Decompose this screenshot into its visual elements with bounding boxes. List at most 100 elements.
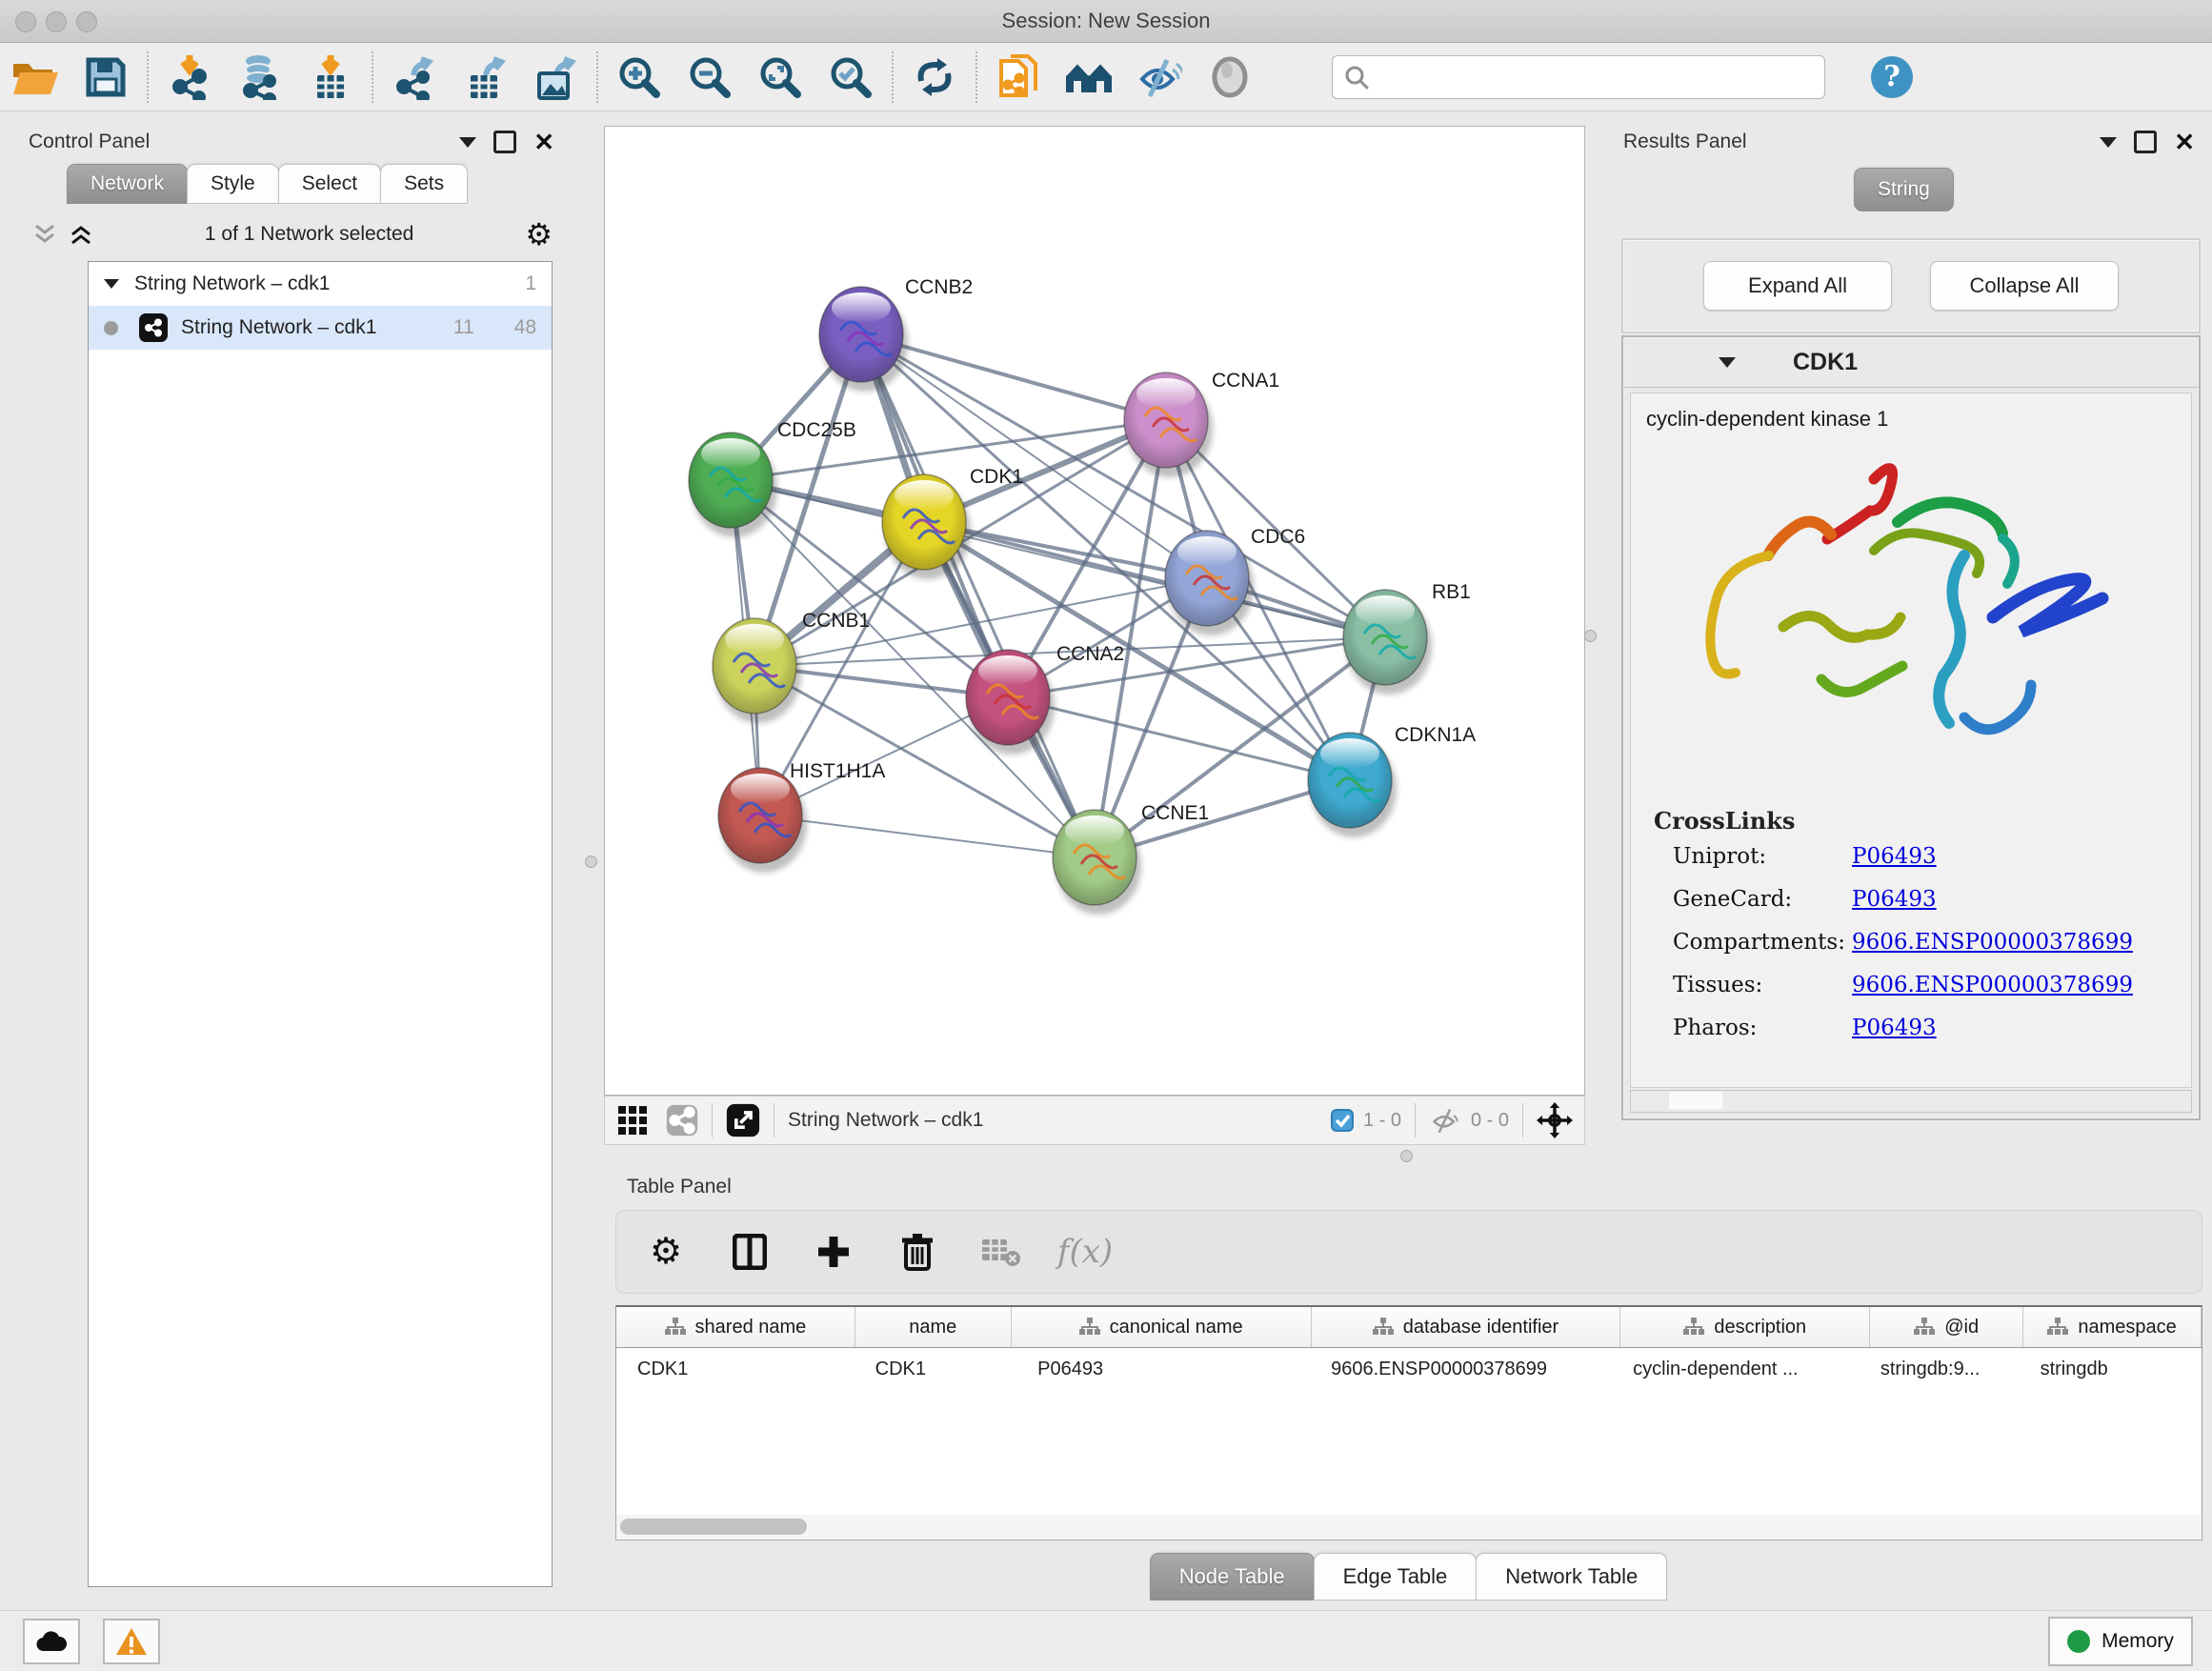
node-CCNB2[interactable]: CCNB2 xyxy=(819,276,973,392)
refresh-layout-button[interactable] xyxy=(899,49,970,106)
gene-detail-card: CDK1 cyclin-dependent kinase 1 xyxy=(1621,335,2201,1120)
zoom-selected-button[interactable] xyxy=(815,49,886,106)
cloud-status-button[interactable] xyxy=(23,1619,80,1664)
expand-all-button[interactable]: Expand All xyxy=(1703,261,1892,311)
create-column-icon[interactable] xyxy=(813,1231,855,1273)
collapse-all-button[interactable]: Collapse All xyxy=(1930,261,2119,311)
tab-edge-table[interactable]: Edge Table xyxy=(1314,1553,1478,1601)
control-panel-menu-button[interactable] xyxy=(459,137,476,148)
node-CDK1[interactable]: CDK1 xyxy=(882,466,1023,579)
tab-select[interactable]: Select xyxy=(278,164,381,204)
results-panel-close-button[interactable]: ✕ xyxy=(2174,133,2195,151)
table-cell[interactable]: CDK1 xyxy=(855,1348,1016,1390)
expand-all-icon[interactable] xyxy=(69,223,93,246)
left-splitter-grip[interactable] xyxy=(585,856,597,868)
open-in-new-window-icon[interactable] xyxy=(726,1103,760,1137)
table-cell[interactable]: stringdb:9... xyxy=(1860,1348,2020,1390)
network-options-gear-icon[interactable]: ⚙ xyxy=(525,219,553,250)
import-network-file-button[interactable] xyxy=(154,49,225,106)
network-from-file-button[interactable] xyxy=(983,49,1054,106)
collection-expand-icon[interactable] xyxy=(104,279,119,289)
search-input[interactable] xyxy=(1369,65,1813,89)
scrollbar-thumb[interactable] xyxy=(620,1519,807,1535)
table-cell[interactable]: 9606.ENSP00000378699 xyxy=(1310,1348,1612,1390)
table-options-gear-icon[interactable]: ⚙ xyxy=(645,1231,687,1273)
delete-table-icon[interactable] xyxy=(980,1231,1022,1273)
crosslink-link[interactable]: 9606.ENSP00000378699 xyxy=(1852,973,2133,997)
gene-detail-header[interactable]: CDK1 xyxy=(1623,337,2199,388)
results-panel-menu-button[interactable] xyxy=(2100,137,2117,148)
birdseye-view-button[interactable] xyxy=(1054,49,1124,106)
reposition-crosshair-icon[interactable] xyxy=(1537,1102,1573,1138)
export-network-button[interactable] xyxy=(379,49,450,106)
export-image-button[interactable] xyxy=(520,49,591,106)
zoom-in-button[interactable] xyxy=(604,49,674,106)
column-header-database-identifier[interactable]: database identifier xyxy=(1312,1307,1621,1347)
table-cell[interactable]: CDK1 xyxy=(616,1348,855,1390)
column-header--id[interactable]: @id xyxy=(1870,1307,2023,1347)
node-CCNB1[interactable]: CCNB1 xyxy=(713,610,870,723)
tab-network[interactable]: Network xyxy=(67,164,188,204)
node-CCNA2[interactable]: CCNA2 xyxy=(966,643,1124,755)
network-view[interactable]: CCNB2CCNA1CDC25BCDK1CDC6RB1CCNB1CCNA2CDK… xyxy=(604,126,1585,1096)
edge-CCNB2-CCNE1[interactable] xyxy=(861,334,1095,857)
control-panel-float-button[interactable] xyxy=(493,131,516,153)
grid-view-icon[interactable] xyxy=(618,1106,647,1135)
column-header-namespace[interactable]: namespace xyxy=(2023,1307,2202,1347)
save-session-button[interactable] xyxy=(70,49,141,106)
node-label-HIST1H1A: HIST1H1A xyxy=(790,760,885,782)
network-canvas[interactable]: CCNB2CCNA1CDC25BCDK1CDC6RB1CCNB1CCNA2CDK… xyxy=(605,127,1582,1093)
node-RB1[interactable]: RB1 xyxy=(1343,581,1471,695)
node-HIST1H1A[interactable]: HIST1H1A xyxy=(718,760,885,873)
open-session-button[interactable] xyxy=(0,49,70,106)
selected-checkbox-icon[interactable] xyxy=(1331,1109,1354,1132)
tab-style[interactable]: Style xyxy=(187,164,279,204)
help-button[interactable]: ? xyxy=(1871,56,1913,98)
hidden-eye-slash-icon[interactable] xyxy=(1429,1107,1461,1134)
table-row[interactable]: CDK1CDK1P064939606.ENSP00000378699cyclin… xyxy=(616,1348,2202,1390)
crosslink-link[interactable]: P06493 xyxy=(1852,844,1937,869)
warnings-button[interactable] xyxy=(103,1619,160,1664)
tab-string[interactable]: String xyxy=(1854,168,1954,211)
zoom-fit-button[interactable] xyxy=(745,49,815,106)
network-collection-row[interactable]: String Network – cdk1 1 xyxy=(89,262,552,306)
table-horizontal-scrollbar[interactable] xyxy=(615,1515,2202,1540)
gene-collapse-icon[interactable] xyxy=(1719,357,1736,368)
crosslink-link[interactable]: P06493 xyxy=(1852,887,1937,912)
hide-panel-button[interactable] xyxy=(1124,49,1195,106)
tab-network-table[interactable]: Network Table xyxy=(1476,1553,1667,1601)
gene-card-scrollbar[interactable] xyxy=(1630,1090,2192,1113)
node-CCNE1[interactable]: CCNE1 xyxy=(1053,802,1209,915)
column-header-name[interactable]: name xyxy=(855,1307,1012,1347)
network-selection-status: 1 of 1 Network selected xyxy=(93,223,525,246)
collapse-all-icon[interactable] xyxy=(32,223,57,246)
control-panel-close-button[interactable]: ✕ xyxy=(533,133,554,151)
import-table-file-button[interactable] xyxy=(295,49,366,106)
crosslink-link[interactable]: 9606.ENSP00000378699 xyxy=(1852,930,2133,955)
edge-HIST1H1A-CCNE1[interactable] xyxy=(760,815,1095,857)
node-CDKN1A[interactable]: CDKN1A xyxy=(1308,724,1476,837)
zoom-out-button[interactable] xyxy=(674,49,745,106)
bottom-splitter-grip[interactable] xyxy=(1400,1150,1413,1162)
node-CCNA1[interactable]: CCNA1 xyxy=(1124,370,1279,477)
memory-button[interactable]: Memory xyxy=(2048,1617,2193,1666)
tab-sets[interactable]: Sets xyxy=(380,164,468,204)
export-table-button[interactable] xyxy=(450,49,520,106)
tab-node-table[interactable]: Node Table xyxy=(1150,1553,1315,1601)
function-builder-icon[interactable]: f(x) xyxy=(1064,1231,1106,1273)
column-header-description[interactable]: description xyxy=(1620,1307,1870,1347)
crosslink-link[interactable]: P06493 xyxy=(1852,1016,1937,1040)
share-view-icon[interactable] xyxy=(666,1104,698,1137)
network-row[interactable]: String Network – cdk1 11 48 xyxy=(89,306,552,350)
table-cell[interactable]: stringdb xyxy=(2020,1348,2202,1390)
show-eye-button[interactable] xyxy=(1195,49,1265,106)
table-cell[interactable]: cyclin-dependent ... xyxy=(1612,1348,1860,1390)
table-cell[interactable]: P06493 xyxy=(1016,1348,1310,1390)
results-panel-float-button[interactable] xyxy=(2134,131,2157,153)
crosslink-label: Uniprot: xyxy=(1673,844,1852,869)
column-header-shared-name[interactable]: shared name xyxy=(616,1307,855,1347)
column-header-canonical-name[interactable]: canonical name xyxy=(1012,1307,1312,1347)
import-network-from-database-button[interactable] xyxy=(225,49,295,106)
delete-column-trash-icon[interactable] xyxy=(896,1231,938,1273)
show-columns-icon[interactable] xyxy=(729,1231,771,1273)
